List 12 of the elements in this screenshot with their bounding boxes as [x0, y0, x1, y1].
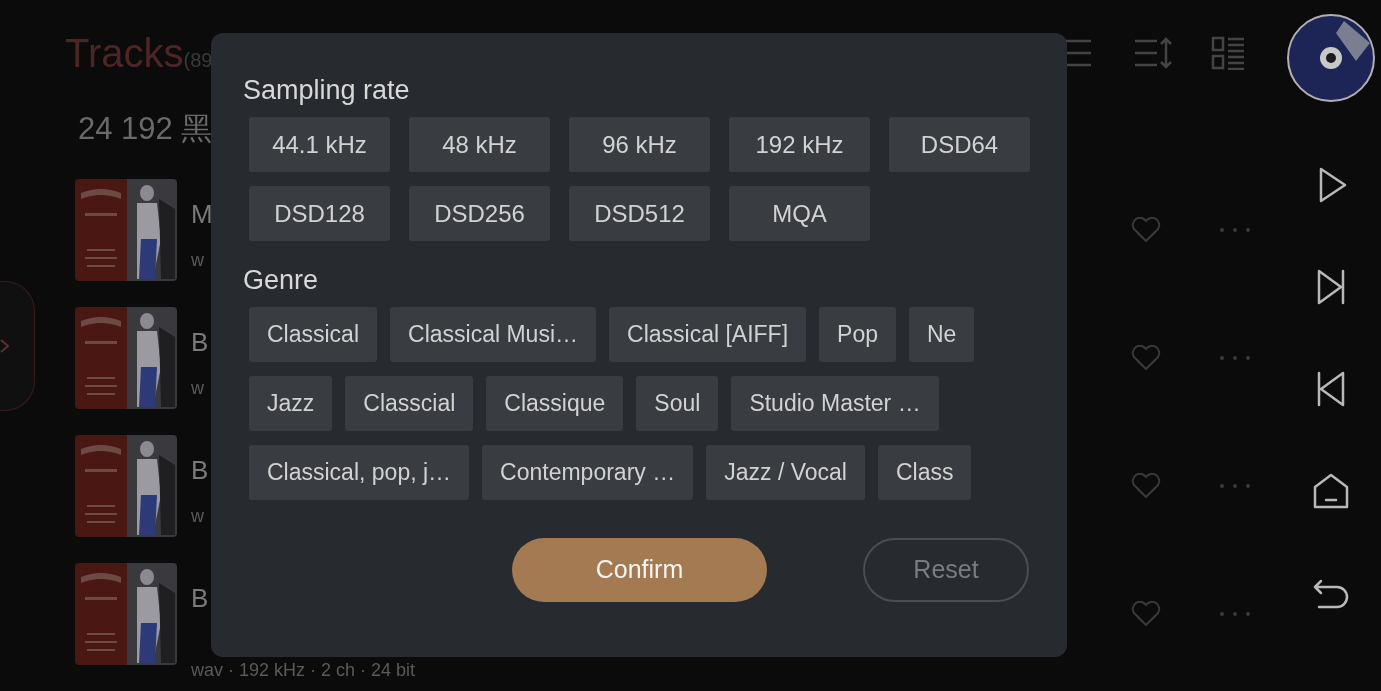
track-title: B [191, 585, 209, 611]
track-title: B [191, 457, 209, 483]
track-title: M [191, 201, 213, 227]
section-heading: Genre [243, 267, 320, 297]
track-details: wav · 192 kHz · 2 ch · 24 bit [191, 661, 416, 679]
page-title: Tracks [65, 29, 184, 77]
track-details: w [191, 251, 204, 269]
track-title: B [191, 329, 209, 355]
track-details: w [191, 507, 204, 525]
track-details: w [191, 379, 204, 397]
group-heading: 24 192 黑 [78, 110, 213, 146]
section-heading: Sampling rate [243, 77, 411, 107]
